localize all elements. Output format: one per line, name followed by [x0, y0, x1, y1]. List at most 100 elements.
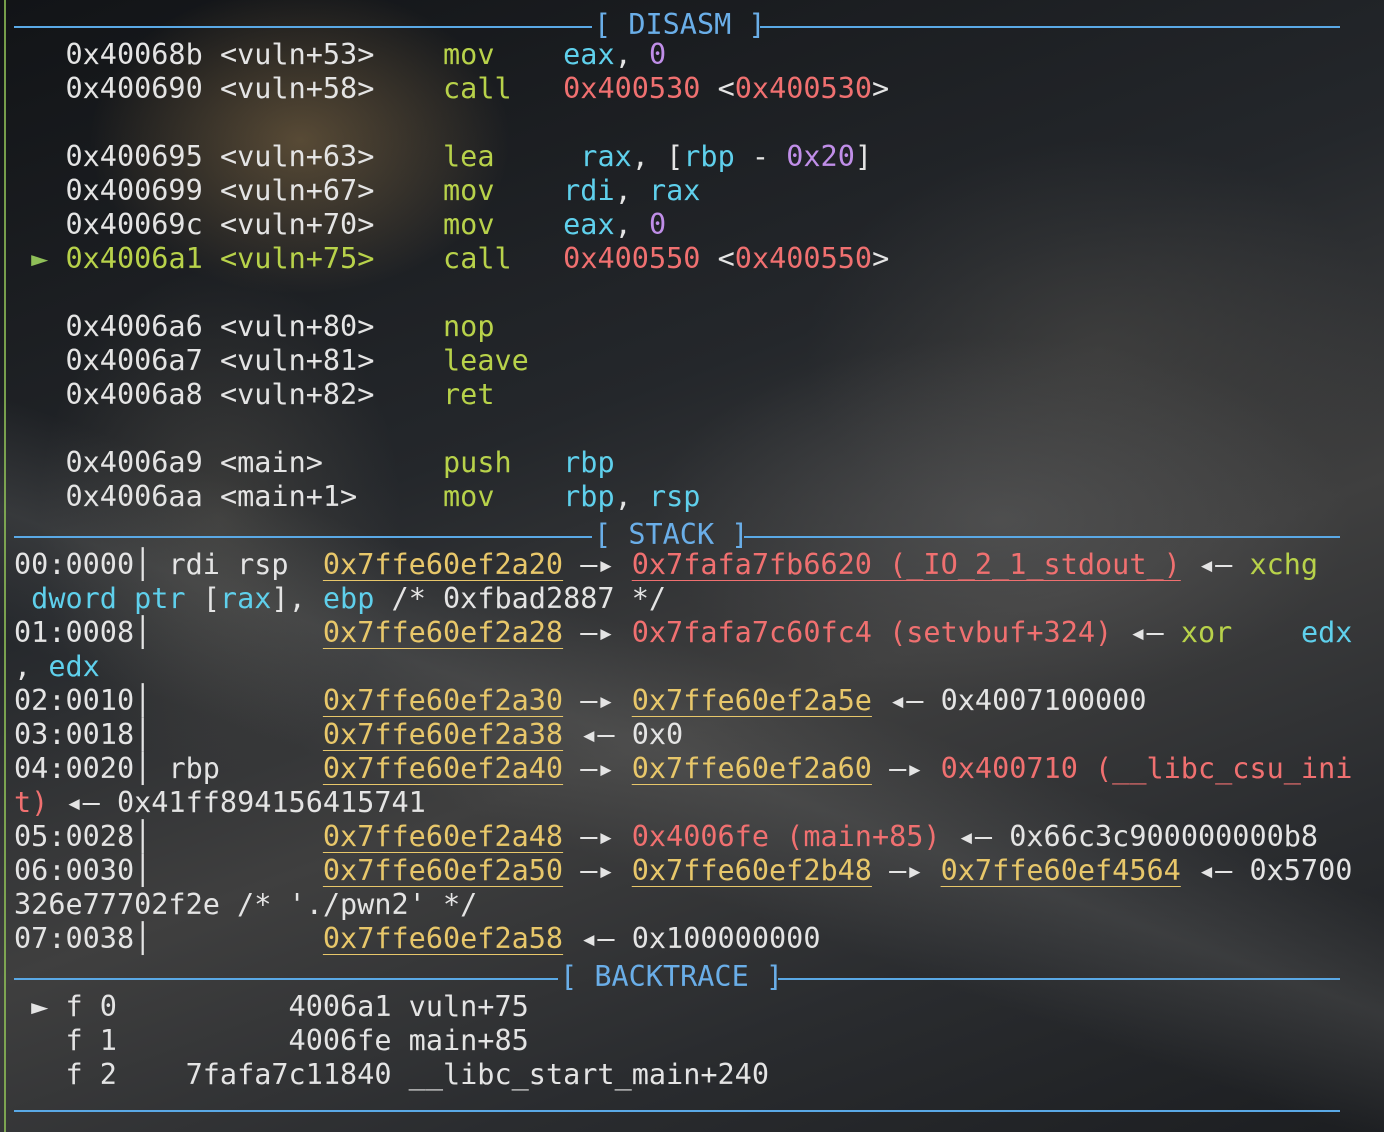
pointer-value[interactable]: 0x7ffe60ef2a60: [632, 752, 872, 785]
pointer-value[interactable]: 0x400710 (__libc_csu_ini: [941, 752, 1353, 785]
header-rule: [760, 26, 1340, 28]
deref-arrow-icon: ◂—: [871, 684, 941, 717]
stack-address[interactable]: 0x7ffe60ef2a40: [323, 752, 563, 785]
instruction-value: xchg: [1249, 548, 1319, 581]
mnemonic: mov: [443, 480, 495, 513]
mnemonic: lea: [443, 140, 495, 173]
padding: [151, 684, 323, 717]
stack-row[interactable]: 07:0038│ 0x7ffe60ef2a58 ◂— 0x100000000: [14, 922, 820, 956]
frame-symbol: main+85: [391, 1024, 529, 1057]
pointer-value[interactable]: 0x7fafa7c60fc4 (setvbuf+324): [632, 616, 1112, 649]
wrapped-text: rax: [219, 582, 272, 615]
disasm-current-line[interactable]: ► 0x4006a1 <vuln+75> call 0x400550 <0x40…: [14, 242, 889, 276]
stack-row-wrap: 326e77702f2e /* './pwn2' */: [14, 888, 477, 922]
mnemonic: nop: [443, 310, 495, 343]
instr-address: 0x40068b: [65, 38, 203, 71]
stack-row[interactable]: 00:0000│ rdi rsp 0x7ffe60ef2a20 —▸ 0x7fa…: [14, 548, 1318, 582]
data-value: 0x5700: [1249, 854, 1353, 887]
pointer-value[interactable]: 0x7ffe60ef2a5e: [632, 684, 872, 717]
punct: -: [734, 140, 787, 173]
stack-separator: │: [134, 718, 152, 751]
instr-address: 0x4006a6: [65, 310, 203, 343]
call-target-symbol: 0x400550: [734, 242, 873, 275]
backtrace-header: [ BACKTRACE ]: [14, 956, 1340, 993]
stack-address[interactable]: 0x7ffe60ef2a28: [323, 616, 563, 649]
stack-index: 05:0028: [14, 820, 135, 853]
stack-row[interactable]: 02:0010│ 0x7ffe60ef2a30 —▸ 0x7ffe60ef2a5…: [14, 684, 1147, 718]
stack-row[interactable]: 05:0028│ 0x7ffe60ef2a48 —▸ 0x4006fe (mai…: [14, 820, 1318, 854]
deref-arrow-icon: —▸: [871, 752, 941, 785]
instruction-value: xor: [1180, 616, 1233, 649]
backtrace-frame[interactable]: f 1 4006fe main+85: [14, 1024, 529, 1058]
stack-index: 02:0010: [14, 684, 135, 717]
pointer-value[interactable]: 0x7ffe60ef2b48: [632, 854, 872, 887]
instr-symbol: <main>: [219, 446, 323, 479]
stack-address[interactable]: 0x7ffe60ef2a48: [323, 820, 563, 853]
frame-number: f 1: [65, 1024, 117, 1057]
stack-separator: │: [134, 922, 152, 955]
stack-row[interactable]: 04:0020│ rbp 0x7ffe60ef2a40 —▸ 0x7ffe60e…: [14, 752, 1352, 786]
frame-pc: 4006fe: [116, 1024, 392, 1057]
instr-symbol: <vuln+80>: [219, 310, 375, 343]
stack-address[interactable]: 0x7ffe60ef2a50: [323, 854, 563, 887]
wrapped-text: ebp: [322, 582, 375, 615]
deref-arrow-icon: ◂—: [1180, 548, 1250, 581]
pointer-value[interactable]: 0x4006fe (main+85): [632, 820, 941, 853]
punct: <: [700, 242, 735, 275]
operand: rax: [580, 140, 632, 173]
data-value: 0x66c3c900000000b8: [1009, 820, 1319, 853]
disasm-line[interactable]: 0x4006aa <main+1> mov rbp, rsp: [14, 480, 700, 514]
operand-immediate: 0: [648, 208, 667, 241]
stack-registers: rbp: [151, 752, 323, 785]
wrapped-text: dword: [14, 582, 117, 615]
instr-symbol: <vuln+63>: [219, 140, 375, 173]
disasm-line[interactable]: 0x4006a6 <vuln+80> nop: [14, 310, 495, 344]
instr-address: 0x4006a7: [65, 344, 203, 377]
stack-address[interactable]: 0x7ffe60ef2a58: [323, 922, 563, 955]
stack-row[interactable]: 03:0018│ 0x7ffe60ef2a38 ◂— 0x0: [14, 718, 683, 752]
disasm-line[interactable]: 0x40068b <vuln+53> mov eax, 0: [14, 38, 666, 72]
disasm-line[interactable]: 0x40069c <vuln+70> mov eax, 0: [14, 208, 666, 242]
padding: [151, 820, 323, 853]
instr-address: 0x4006aa: [65, 480, 203, 513]
deref-arrow-icon: ◂—: [563, 922, 632, 955]
disasm-line[interactable]: 0x400690 <vuln+58> call 0x400530 <0x4005…: [14, 72, 889, 106]
data-value: 0x100000000: [631, 922, 821, 955]
stack-row[interactable]: 06:0030│ 0x7ffe60ef2a50 —▸ 0x7ffe60ef2b4…: [14, 854, 1352, 888]
wrapped-text: [: [185, 582, 220, 615]
mnemonic: call: [443, 242, 512, 275]
punct: , [: [631, 140, 684, 173]
mnemonic: leave: [443, 344, 529, 377]
instr-address: 0x400695: [65, 140, 203, 173]
call-target: 0x400530: [563, 72, 701, 105]
stack-address[interactable]: 0x7ffe60ef2a38: [323, 718, 563, 751]
disasm-line[interactable]: 0x4006a8 <vuln+82> ret: [14, 378, 494, 412]
stack-address[interactable]: 0x7ffe60ef2a30: [323, 684, 563, 717]
deref-arrow-icon: —▸: [563, 684, 632, 717]
mnemonic: call: [443, 72, 512, 105]
operand: rbp: [563, 480, 615, 513]
disasm-line[interactable]: 0x4006a7 <vuln+81> leave: [14, 344, 529, 378]
stack-index: 01:0008: [14, 616, 135, 649]
frame-number: f 0: [65, 990, 117, 1023]
pointer-value[interactable]: 0x7fafa7fb6620 (_IO_2_1_stdout_): [632, 548, 1181, 581]
disasm-line[interactable]: 0x4006a9 <main> push rbp: [14, 446, 614, 480]
wrapped-text: ],: [271, 582, 323, 615]
call-target-symbol: 0x400530: [734, 72, 873, 105]
backtrace-frame[interactable]: f 2 7fafa7c11840 __libc_start_main+240: [14, 1058, 769, 1092]
stack-row[interactable]: 01:0008│ 0x7ffe60ef2a28 —▸ 0x7fafa7c60fc…: [14, 616, 1352, 650]
header-rule: [14, 536, 592, 538]
mnemonic: mov: [443, 38, 495, 71]
data-value: 0x0: [631, 718, 684, 751]
wrapped-text: 326e77702f2e /* './pwn2' */: [14, 888, 478, 921]
stack-address[interactable]: 0x7ffe60ef2a20: [323, 548, 563, 581]
backtrace-frame[interactable]: ► f 0 4006a1 vuln+75: [14, 990, 529, 1024]
operand: eax: [563, 38, 615, 71]
mnemonic: mov: [443, 174, 495, 207]
disasm-line[interactable]: 0x400695 <vuln+63> lea rax, [rbp - 0x20]: [14, 140, 872, 174]
pointer-value[interactable]: 0x7ffe60ef4564: [941, 854, 1181, 887]
current-instruction-arrow-icon: ►: [31, 242, 49, 275]
disasm-line[interactable]: 0x400699 <vuln+67> mov rdi, rax: [14, 174, 700, 208]
deref-arrow-icon: —▸: [563, 548, 632, 581]
header-rule: [14, 978, 558, 980]
